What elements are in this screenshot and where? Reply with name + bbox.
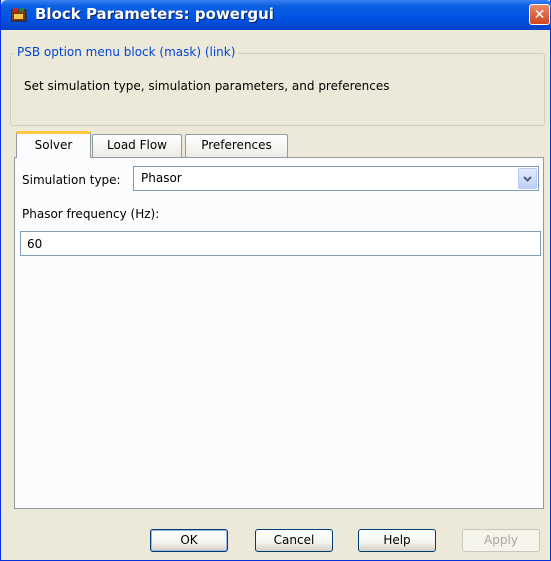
description-group-title: PSB option menu block (mask) (link) — [14, 45, 239, 59]
chevron-down-icon[interactable] — [518, 168, 537, 189]
tab-preferences[interactable]: Preferences — [185, 134, 288, 157]
close-button[interactable]: ✕ — [529, 4, 550, 25]
window-title: Block Parameters: powergui — [35, 5, 274, 23]
phasor-frequency-label: Phasor frequency (Hz): — [22, 207, 160, 221]
title-bar[interactable]: Block Parameters: powergui ✕ — [1, 0, 551, 30]
simulation-type-select[interactable]: Phasor — [133, 166, 539, 191]
tab-solver[interactable]: Solver — [16, 131, 91, 158]
help-button[interactable]: Help — [358, 529, 436, 552]
close-icon: ✕ — [533, 6, 546, 23]
simulation-type-value: Phasor — [141, 171, 182, 185]
dialog-window: Block Parameters: powergui ✕ PSB option … — [0, 0, 551, 561]
chevron-down-icon — [523, 175, 532, 182]
phasor-frequency-input[interactable] — [20, 231, 541, 256]
simulink-block-icon — [11, 8, 27, 22]
ok-button[interactable]: OK — [150, 529, 228, 552]
description-text: Set simulation type, simulation paramete… — [24, 79, 390, 93]
simulation-type-label: Simulation type: — [22, 173, 121, 187]
apply-button[interactable]: Apply — [462, 529, 540, 552]
tab-load-flow[interactable]: Load Flow — [92, 134, 182, 157]
cancel-button[interactable]: Cancel — [255, 529, 333, 552]
